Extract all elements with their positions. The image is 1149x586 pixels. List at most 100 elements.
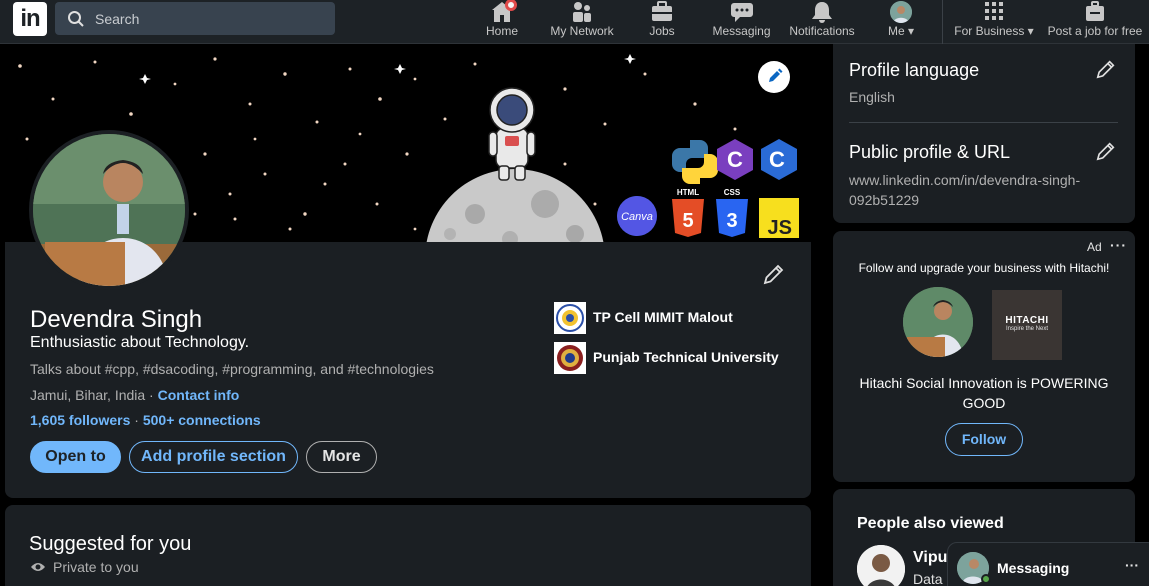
top-nav: in Search Home My Network Jobs Messaging… xyxy=(0,0,1149,44)
nav-divider xyxy=(942,0,943,44)
profile-language-title: Profile language xyxy=(849,60,980,80)
more-button[interactable]: More xyxy=(306,441,377,473)
ad-card: Ad ··· Follow and upgrade your business … xyxy=(833,231,1135,482)
nav-notifications[interactable]: Notifications xyxy=(784,0,860,44)
divider xyxy=(849,122,1118,123)
chevron-down-icon: ▾ xyxy=(1027,24,1034,38)
contact-info-link[interactable]: Contact info xyxy=(158,387,240,403)
nav-for-business[interactable]: For Business ▾ xyxy=(952,0,1036,44)
messaging-icon xyxy=(730,3,753,22)
org-logo xyxy=(554,302,586,334)
search-icon xyxy=(68,11,84,27)
pencil-icon xyxy=(763,264,784,285)
follow-button[interactable]: Follow xyxy=(945,423,1023,456)
search-placeholder: Search xyxy=(95,11,140,27)
profile-avatar[interactable] xyxy=(29,130,189,290)
profile-location: Jamui, Bihar, India · Contact info xyxy=(30,387,239,403)
ad-options-button[interactable]: ··· xyxy=(1110,237,1127,253)
nav-post-job-label: Post a job for free xyxy=(1047,24,1143,38)
post-job-icon xyxy=(1086,1,1104,21)
grid-icon xyxy=(985,2,1003,20)
add-profile-section-button[interactable]: Add profile section xyxy=(129,441,298,473)
profile-headline: Enthusiastic about Technology. xyxy=(30,334,250,351)
svg-text:C: C xyxy=(769,147,785,172)
people-also-viewed-title: People also viewed xyxy=(857,515,1004,532)
nav-me-label: Me ▾ xyxy=(887,24,915,38)
linkedin-logo[interactable]: in xyxy=(13,2,47,36)
ad-tagline: Follow and upgrade your business with Hi… xyxy=(858,261,1110,275)
nav-me[interactable]: Me ▾ xyxy=(881,0,921,44)
avatar xyxy=(890,1,912,23)
person-name[interactable]: Vipu xyxy=(913,549,947,567)
nav-for-business-label: For Business ▾ xyxy=(954,24,1034,38)
brand-subtitle: Inspire the Next xyxy=(1005,326,1049,332)
network-icon xyxy=(573,2,591,22)
suggested-card: Suggested for you Private to you xyxy=(5,505,811,586)
chevron-down-icon: ▾ xyxy=(907,24,915,38)
nav-post-job[interactable]: Post a job for free xyxy=(1045,0,1145,44)
svg-text:CSS: CSS xyxy=(724,188,741,197)
edit-banner-button[interactable] xyxy=(758,61,790,93)
avatar[interactable] xyxy=(857,545,905,586)
canva-logo: Canva xyxy=(617,196,657,236)
briefcase-icon xyxy=(652,1,672,21)
css3-logo: CSS 3 xyxy=(716,188,748,237)
ad-label: Ad xyxy=(1087,240,1102,254)
ad-user-avatar xyxy=(903,287,973,357)
profile-stats: 1,605 followers · 500+ connections xyxy=(30,412,261,428)
public-profile-url[interactable]: www.linkedin.com/in/devendra-singh-092b5… xyxy=(849,170,1099,210)
public-profile-title: Public profile & URL xyxy=(849,142,1011,162)
location-text: Jamui, Bihar, India xyxy=(30,387,146,403)
pencil-icon[interactable] xyxy=(1095,58,1117,80)
cpp-logo: C xyxy=(761,139,797,180)
nav-home[interactable]: Home xyxy=(480,0,524,44)
notification-badge xyxy=(505,0,517,11)
profile-card: C C Canva HTML 5 CSS 3 JS Devendra Singh… xyxy=(5,44,811,498)
profile-name: Devendra Singh xyxy=(30,306,203,333)
profile-settings-card: Profile language English Public profile … xyxy=(833,44,1135,223)
svg-text:HTML: HTML xyxy=(677,188,699,197)
pencil-icon xyxy=(769,68,783,82)
messaging-overlay[interactable]: Messaging ··· xyxy=(947,542,1149,586)
bell-icon xyxy=(812,2,832,23)
suggested-title: Suggested for you xyxy=(29,533,192,555)
python-logo xyxy=(672,140,718,184)
edit-intro-button[interactable] xyxy=(762,262,786,286)
nav-messaging-label: Messaging xyxy=(712,24,771,38)
svg-text:C: C xyxy=(727,147,743,172)
eye-icon xyxy=(31,563,45,571)
followers-link[interactable]: 1,605 followers xyxy=(30,412,130,428)
org-name: Punjab Technical University xyxy=(593,349,779,365)
svg-text:3: 3 xyxy=(726,210,737,232)
messaging-options-button[interactable]: ··· xyxy=(1125,557,1139,573)
javascript-logo: JS xyxy=(759,198,799,239)
open-to-button[interactable]: Open to xyxy=(30,441,121,473)
nav-messaging[interactable]: Messaging xyxy=(710,0,773,44)
online-status-indicator xyxy=(981,574,991,584)
nav-my-network-label: My Network xyxy=(550,24,614,38)
search-input[interactable]: Search xyxy=(55,2,335,35)
nav-jobs[interactable]: Jobs xyxy=(641,0,683,44)
nav-notifications-label: Notifications xyxy=(789,24,855,38)
org-name: TP Cell MIMIT Malout xyxy=(593,309,733,325)
svg-text:5: 5 xyxy=(682,210,693,232)
nav-my-network[interactable]: My Network xyxy=(546,0,618,44)
hitachi-logo[interactable]: HITACHI Inspire the Next xyxy=(992,290,1062,360)
messaging-label: Messaging xyxy=(997,560,1070,576)
stats-separator: · xyxy=(130,412,143,428)
astronaut-illustration xyxy=(488,87,536,181)
profile-talks-about: Talks about #cpp, #dsacoding, #programmi… xyxy=(30,361,434,377)
html5-logo: HTML 5 xyxy=(672,188,704,237)
svg-text:Canva: Canva xyxy=(621,211,653,223)
nav-home-label: Home xyxy=(485,24,518,38)
brand-name: HITACHI xyxy=(1005,315,1049,326)
connections-link[interactable]: 500+ connections xyxy=(143,412,261,428)
location-separator: · xyxy=(145,387,158,403)
pencil-icon[interactable] xyxy=(1095,140,1117,162)
ad-headline: Hitachi Social Innovation is POWERING GO… xyxy=(859,375,1109,411)
c-logo: C xyxy=(717,139,753,180)
profile-language-value: English xyxy=(849,89,895,105)
privacy-label: Private to you xyxy=(53,559,139,575)
nav-jobs-label: Jobs xyxy=(649,24,675,38)
org-logo xyxy=(554,342,586,374)
